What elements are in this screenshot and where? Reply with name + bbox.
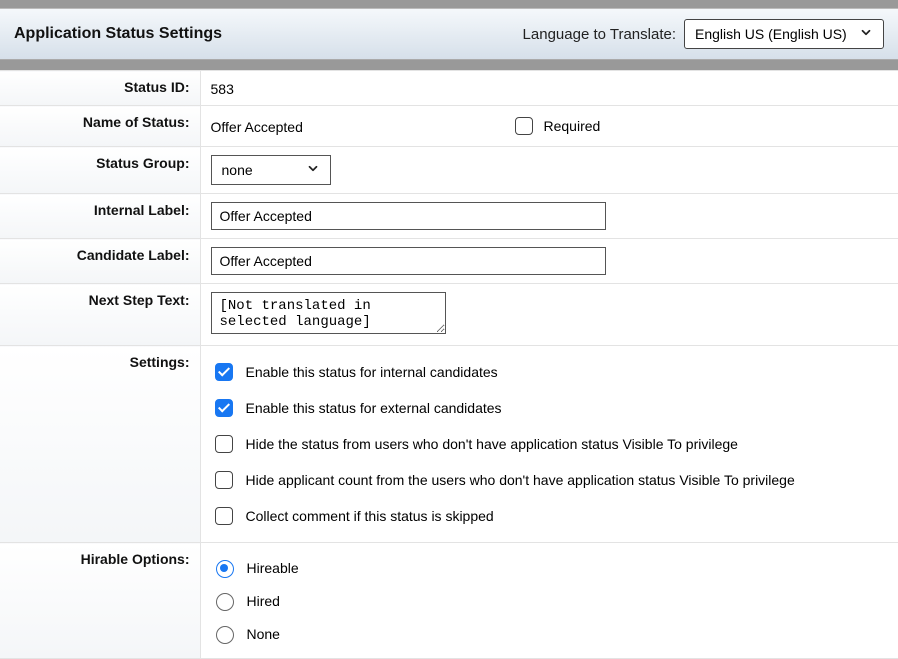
collect-comment-checkbox[interactable] (215, 507, 233, 525)
hired-label: Hired (247, 593, 280, 609)
hide-count-label: Hide applicant count from the users who … (246, 472, 795, 488)
label-next-step-text: Next Step Text: (0, 284, 200, 346)
page-title: Application Status Settings (14, 25, 222, 43)
chevron-down-icon (859, 26, 873, 43)
required-checkbox[interactable] (515, 117, 533, 135)
chevron-down-icon (306, 162, 320, 179)
next-step-textarea[interactable] (211, 292, 446, 334)
language-select-value: English US (English US) (695, 26, 847, 42)
label-internal-label: Internal Label: (0, 194, 200, 239)
hireable-radio[interactable] (216, 560, 234, 578)
language-selector-wrap: Language to Translate: English US (Engli… (523, 19, 884, 49)
internal-label-input[interactable] (211, 202, 606, 230)
top-bar (0, 0, 898, 8)
hireable-label: Hireable (247, 560, 299, 576)
status-id-value: 583 (211, 79, 234, 97)
enable-internal-checkbox[interactable] (215, 363, 233, 381)
required-label: Required (544, 118, 601, 134)
enable-internal-label: Enable this status for internal candidat… (246, 364, 498, 380)
label-candidate-label: Candidate Label: (0, 239, 200, 284)
candidate-label-input[interactable] (211, 247, 606, 275)
collect-comment-label: Collect comment if this status is skippe… (246, 508, 494, 524)
none-radio[interactable] (216, 626, 234, 644)
enable-external-checkbox[interactable] (215, 399, 233, 417)
hide-status-checkbox[interactable] (215, 435, 233, 453)
settings-form: Status ID: 583 Name of Status: Offer Acc… (0, 70, 898, 659)
page-header: Application Status Settings Language to … (0, 8, 898, 60)
hired-radio[interactable] (216, 593, 234, 611)
label-settings: Settings: (0, 346, 200, 543)
status-group-select[interactable]: none (211, 155, 331, 185)
name-of-status-value: Offer Accepted (211, 117, 451, 135)
label-name-of-status: Name of Status: (0, 106, 200, 147)
status-group-value: none (222, 162, 253, 178)
label-status-group: Status Group: (0, 147, 200, 194)
language-select[interactable]: English US (English US) (684, 19, 884, 49)
label-hirable-options: Hirable Options: (0, 543, 200, 659)
divider-bar (0, 60, 898, 70)
hide-count-checkbox[interactable] (215, 471, 233, 489)
hide-status-label: Hide the status from users who don't hav… (246, 436, 738, 452)
none-label: None (247, 626, 280, 642)
enable-external-label: Enable this status for external candidat… (246, 400, 502, 416)
language-label: Language to Translate: (523, 26, 676, 43)
label-status-id: Status ID: (0, 71, 200, 106)
